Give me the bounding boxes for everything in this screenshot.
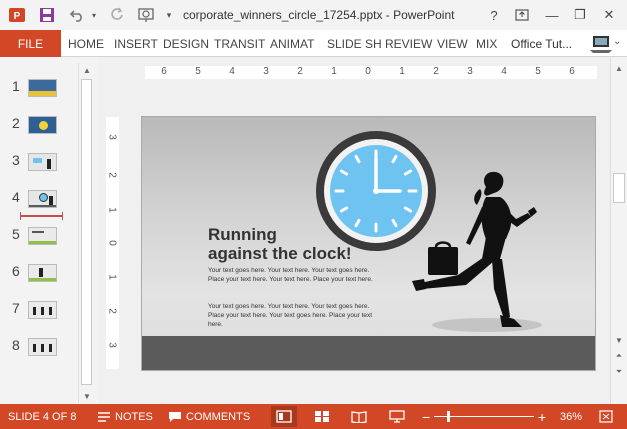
start-from-beginning-icon[interactable] xyxy=(135,5,157,25)
tab-view[interactable]: VIEW xyxy=(437,30,468,57)
scrollbar-thumb[interactable] xyxy=(613,173,625,203)
tab-design[interactable]: DESIGN xyxy=(163,30,209,57)
thumbnail-number: 8 xyxy=(12,337,20,353)
thumbnail-number: 1 xyxy=(12,78,20,94)
zoom-in-button[interactable]: + xyxy=(538,404,546,429)
slide-sorter-icon xyxy=(315,411,329,422)
ribbon-tab-bar: FILE HOME INSERT DESIGN TRANSIT ANIMAT S… xyxy=(0,30,627,57)
next-slide-icon[interactable]: ⏷ xyxy=(611,365,627,379)
slide-thumbnail-3[interactable] xyxy=(28,153,57,171)
tab-insert[interactable]: INSERT xyxy=(114,30,158,57)
minimize-button[interactable]: — xyxy=(540,4,564,26)
slide-heading[interactable]: Running against the clock! xyxy=(208,225,352,263)
slide-show-icon xyxy=(389,410,405,423)
normal-view-button[interactable] xyxy=(271,406,297,427)
tab-review[interactable]: REVIEW xyxy=(385,30,432,57)
scroll-up-icon[interactable]: ▲ xyxy=(611,61,627,75)
notes-label: NOTES xyxy=(115,410,153,423)
slide-show-button[interactable] xyxy=(384,406,410,427)
powerpoint-icon[interactable]: P xyxy=(6,5,28,25)
thumbnail-number: 7 xyxy=(12,300,20,316)
tab-mix[interactable]: MIX xyxy=(476,30,497,57)
help-button[interactable]: ? xyxy=(482,4,506,26)
close-button[interactable]: ✕ xyxy=(597,4,621,26)
thumbnail-scrollbar[interactable]: ▲ ▼ xyxy=(78,63,94,403)
slide-indicator[interactable]: SLIDE 4 OF 8 xyxy=(8,404,76,429)
undo-icon[interactable] xyxy=(66,5,88,25)
slide-heading-line-2: against the clock! xyxy=(208,244,352,263)
previous-slide-icon[interactable]: ⏶ xyxy=(611,349,627,363)
slide-thumbnail-7[interactable] xyxy=(28,301,57,319)
comment-icon xyxy=(169,411,181,422)
title-bar: P ▾ ▾ corporate_winners_circle_17254.ppt… xyxy=(0,0,627,30)
reading-view-icon xyxy=(351,411,367,423)
comments-button[interactable]: COMMENTS xyxy=(168,404,250,429)
slide-body-paragraph-2[interactable]: Your text goes here. Your text here. You… xyxy=(208,302,373,329)
tab-slide-show[interactable]: SLIDE SH xyxy=(327,30,382,57)
tab-file[interactable]: FILE xyxy=(0,30,61,57)
customize-qat-icon[interactable]: ▾ xyxy=(162,5,176,25)
fit-slide-button[interactable] xyxy=(593,406,619,427)
thumbnail-number: 6 xyxy=(12,263,20,279)
zoom-slider-handle[interactable] xyxy=(447,411,451,422)
reading-view-button[interactable] xyxy=(346,406,372,427)
fit-to-window-icon xyxy=(599,410,613,423)
restore-button[interactable]: ❐ xyxy=(568,4,592,26)
account-avatar[interactable] xyxy=(589,33,613,55)
vertical-ruler: 3 2 1 0 1 2 3 xyxy=(106,117,119,369)
collapse-ribbon-icon[interactable]: ⌄ xyxy=(613,36,621,47)
scrollbar-thumb[interactable] xyxy=(81,79,92,385)
scroll-down-icon[interactable]: ▼ xyxy=(611,333,627,347)
zoom-slider[interactable] xyxy=(434,411,534,422)
svg-text:P: P xyxy=(14,11,21,22)
comments-label: COMMENTS xyxy=(186,410,251,423)
running-businesswoman-silhouette xyxy=(412,171,542,332)
notes-button[interactable]: NOTES xyxy=(97,404,153,429)
save-icon[interactable] xyxy=(36,5,58,25)
ribbon-display-options-button[interactable] xyxy=(510,4,534,26)
notes-icon xyxy=(98,411,110,422)
slide-thumbnail-8[interactable] xyxy=(28,338,57,356)
window-title: corporate_winners_circle_17254.pptx - Po… xyxy=(183,8,455,22)
account-name[interactable]: Office Tut... xyxy=(511,30,572,57)
slide-thumbnail-pane: 1 2 3 4 5 6 7 8 ▲ ▼ xyxy=(0,57,98,404)
redo-icon[interactable] xyxy=(106,5,128,25)
slide-body-paragraph-1[interactable]: Your text goes here. Your text here. You… xyxy=(208,266,373,284)
slide-thumbnail-5[interactable] xyxy=(28,227,57,245)
tab-home[interactable]: HOME xyxy=(68,30,104,57)
slide-heading-line-1: Running xyxy=(208,225,277,244)
slide-insertion-marker xyxy=(20,212,63,220)
status-bar: SLIDE 4 OF 8 NOTES COMMENTS − + 36% xyxy=(0,404,627,429)
slide-thumbnail-2[interactable] xyxy=(28,116,57,134)
slide-sorter-button[interactable] xyxy=(309,406,335,427)
slide-thumbnail-6[interactable] xyxy=(28,264,57,282)
thumbnail-number: 4 xyxy=(12,189,20,205)
tab-animations[interactable]: ANIMAT xyxy=(270,30,314,57)
thumbnail-number: 5 xyxy=(12,226,20,242)
undo-dropdown-icon[interactable]: ▾ xyxy=(88,5,100,25)
zoom-level[interactable]: 36% xyxy=(560,404,582,429)
normal-view-icon xyxy=(276,410,292,423)
thumbnail-number: 2 xyxy=(12,115,20,131)
scroll-up-icon[interactable]: ▲ xyxy=(79,63,95,77)
thumbnail-number: 3 xyxy=(12,152,20,168)
slide-canvas[interactable]: Running against the clock! Your text goe… xyxy=(141,116,596,371)
editor-vertical-scrollbar[interactable]: ▲ ▼ ⏶ ⏷ xyxy=(610,57,627,404)
slide-thumbnail-1[interactable] xyxy=(28,79,57,97)
slide-thumbnail-4[interactable] xyxy=(28,190,57,208)
horizontal-ruler: 6 5 4 3 2 1 0 1 2 3 4 5 6 xyxy=(145,66,597,79)
scroll-down-icon[interactable]: ▼ xyxy=(79,389,95,403)
zoom-out-button[interactable]: − xyxy=(422,404,430,429)
tab-transitions[interactable]: TRANSIT xyxy=(214,30,265,57)
